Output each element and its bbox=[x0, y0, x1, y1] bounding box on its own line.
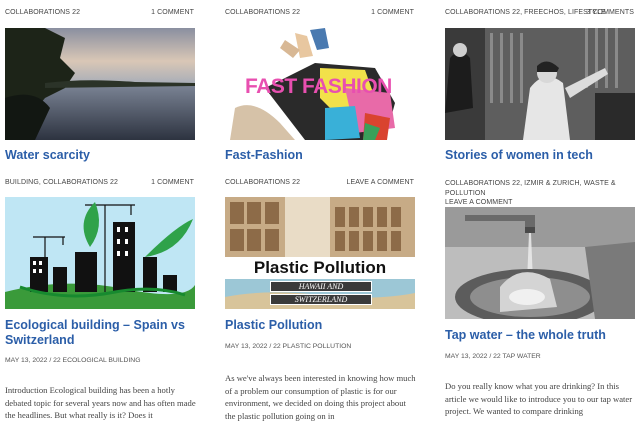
post-categories[interactable]: COLLABORATIONS 22 bbox=[225, 179, 300, 186]
post-title-link[interactable]: Tap water – the whole truth bbox=[445, 328, 635, 343]
post-comments-link[interactable]: 3 COMMENTS bbox=[586, 9, 634, 16]
tap-water-sink-photo[interactable] bbox=[445, 207, 635, 319]
post-byline[interactable]: MAY 13, 2022 / 22 PLASTIC POLLUTION bbox=[225, 343, 351, 350]
post-title-link[interactable]: Plastic Pollution bbox=[225, 318, 415, 333]
plastic-pollution-image-title: Plastic Pollution bbox=[253, 258, 387, 277]
fast-fashion-image-text: FAST FASHION bbox=[245, 75, 392, 98]
post-byline[interactable]: MAY 13, 2022 / 22 TAP WATER bbox=[445, 353, 541, 360]
post-comments-link[interactable]: 1 COMMENT bbox=[151, 9, 194, 16]
post-comments-link[interactable]: 1 COMMENT bbox=[371, 9, 414, 16]
post-excerpt: As we've always been interested in knowi… bbox=[225, 373, 416, 421]
fast-fashion-collage[interactable]: FAST FASHION bbox=[225, 28, 415, 140]
lake-sunset-image[interactable] bbox=[5, 28, 195, 140]
plastic-pollution-image-subtitle-1: HAWAII AND bbox=[270, 281, 372, 292]
post-categories[interactable]: BUILDING, COLLABORATIONS 22 bbox=[5, 179, 118, 186]
post-categories[interactable]: COLLABORATIONS 22, FREECHOS, LIFESTYLE bbox=[445, 9, 606, 16]
post-title-link[interactable]: Fast-Fashion bbox=[225, 148, 415, 163]
women-computer-operators-photo[interactable] bbox=[445, 28, 635, 140]
post-categories-links[interactable]: COLLABORATIONS 22, IZMIR & ZURICH, WASTE… bbox=[445, 180, 616, 197]
plastic-pollution-image-subtitle-2: SWITZERLAND bbox=[270, 294, 372, 305]
post-title-link[interactable]: Stories of women in tech bbox=[445, 148, 635, 163]
post-title-link[interactable]: Water scarcity bbox=[5, 148, 195, 163]
post-categories: COLLABORATIONS 22, IZMIR & ZURICH, WASTE… bbox=[445, 179, 640, 208]
post-comments-link[interactable]: 1 COMMENT bbox=[151, 179, 194, 186]
post-byline[interactable]: MAY 13, 2022 / 22 ECOLOGICAL BUILDING bbox=[5, 357, 141, 364]
plastic-pollution-banner[interactable]: Plastic Pollution HAWAII AND SWITZERLAND bbox=[225, 197, 415, 309]
post-categories[interactable]: COLLABORATIONS 22 bbox=[5, 9, 80, 16]
post-title-link[interactable]: Ecological building – Spain vs Switzerla… bbox=[5, 318, 195, 348]
eco-city-illustration[interactable] bbox=[5, 197, 195, 309]
post-excerpt: Introduction Ecological building has bee… bbox=[5, 385, 196, 420]
post-excerpt: Do you really know what you are drinking… bbox=[445, 381, 633, 416]
post-comments-link[interactable]: LEAVE A COMMENT bbox=[347, 179, 415, 186]
post-categories[interactable]: COLLABORATIONS 22 bbox=[225, 9, 300, 16]
